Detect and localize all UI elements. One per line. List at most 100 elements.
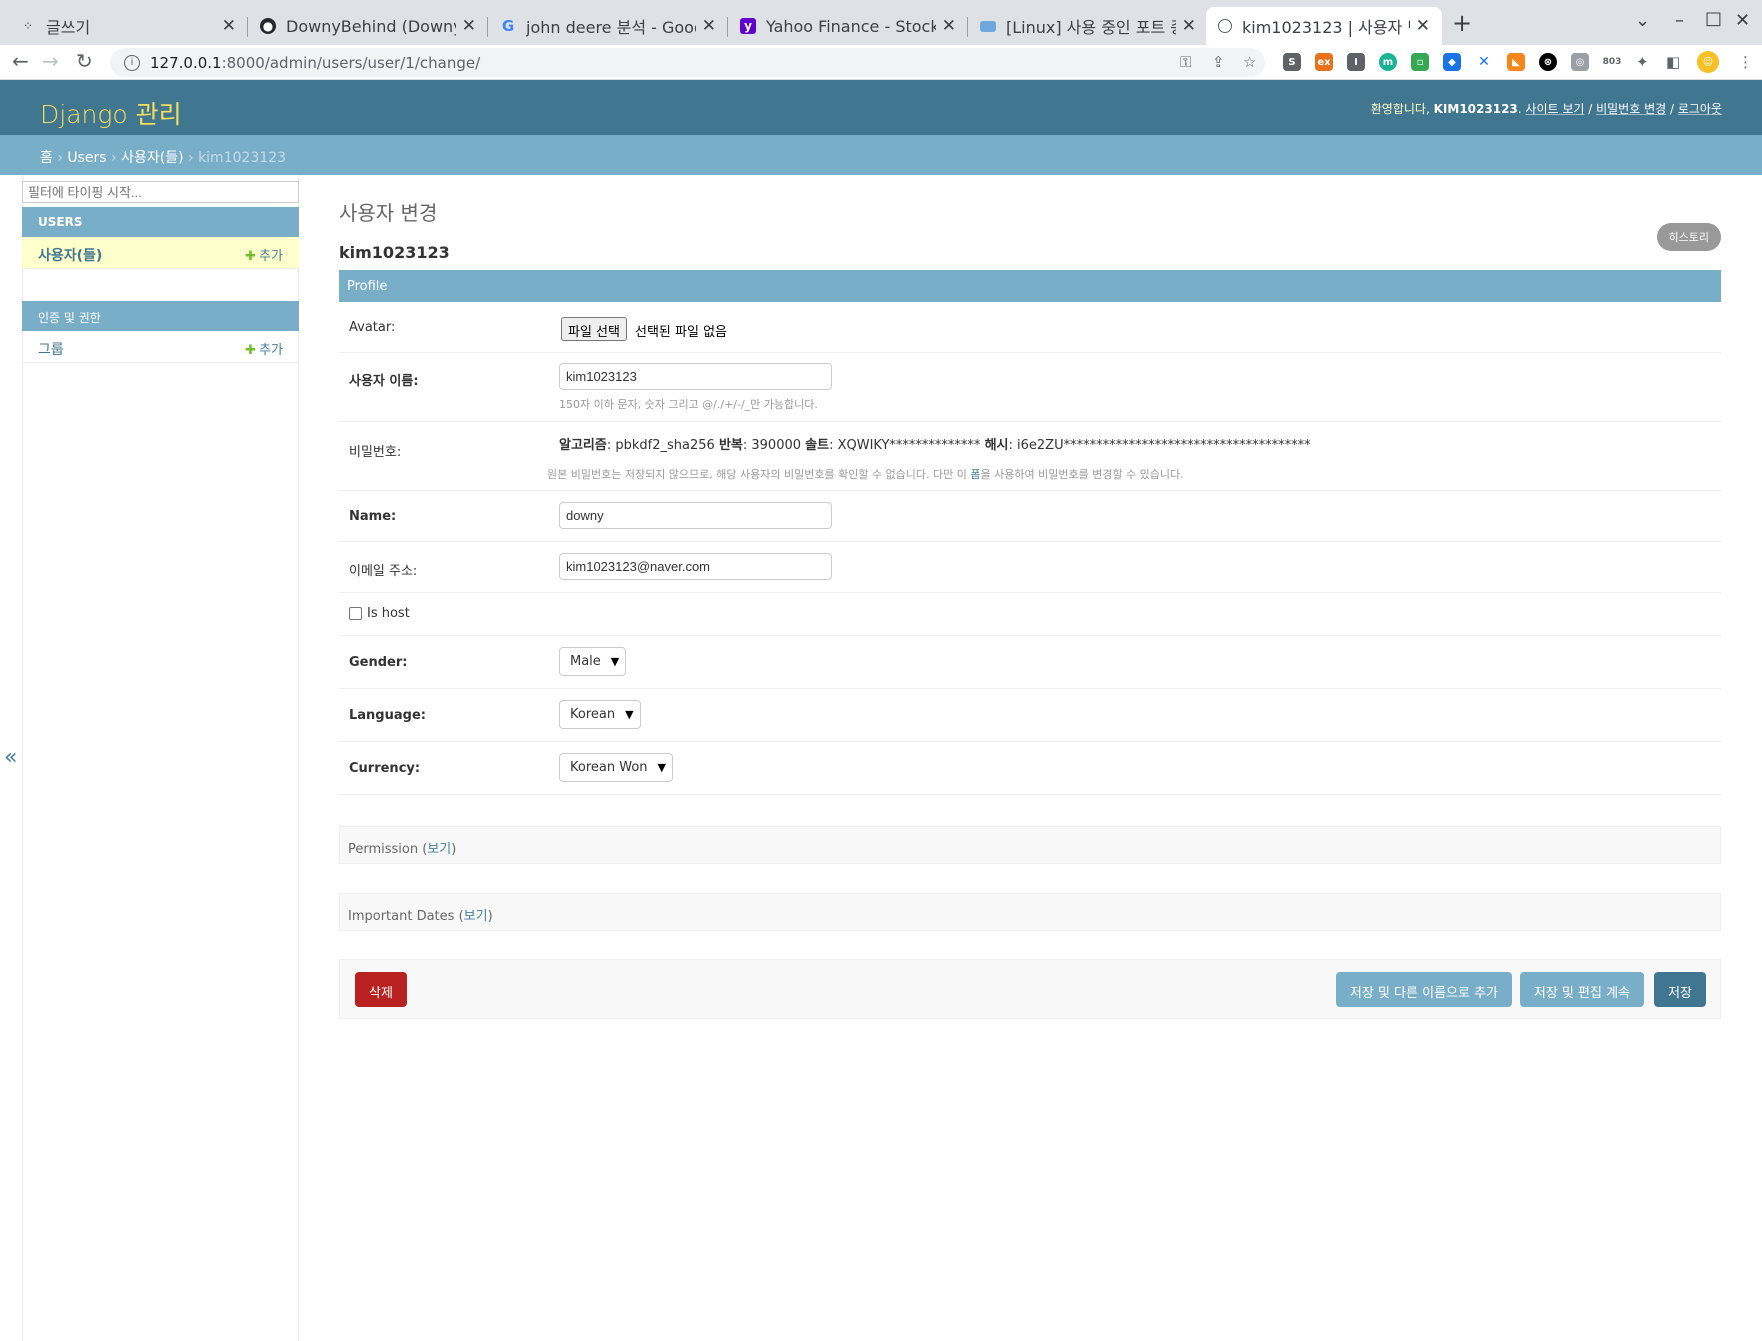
currency-value: Korean Won (570, 760, 648, 775)
save-continue-button[interactable]: 저장 및 편집 계속 (1519, 972, 1644, 1007)
fieldset-permission: Permission (보기) (339, 826, 1721, 864)
browser-tab[interactable]: [Linux] 사용 중인 포트 종료 ✕ (968, 7, 1208, 45)
module-caption-auth[interactable]: 인증 및 권한 (22, 301, 299, 331)
show-permission-link[interactable]: 보기 (427, 842, 451, 857)
chevron-down-icon: ▼ (625, 708, 634, 721)
language-label: Language: (349, 708, 426, 723)
extension-blue-icon[interactable]: ◆ (1443, 53, 1461, 71)
close-window-icon[interactable]: ✕ (1735, 10, 1750, 31)
close-icon[interactable]: ✕ (1182, 16, 1196, 36)
is-host-label[interactable]: Is host (367, 606, 410, 621)
password-summary: 알고리즘: pbkdf2_sha256 반복: 390000 솔트: XQWIK… (559, 438, 1311, 453)
is-host-checkbox[interactable] (349, 607, 362, 620)
yahoo-icon: y (740, 18, 756, 34)
dots-icon: ⁘ (22, 19, 34, 33)
fieldset-important-dates: Important Dates (보기) (339, 893, 1721, 931)
site-info-icon[interactable]: i (124, 54, 140, 71)
maximize-icon[interactable]: □ (1705, 8, 1722, 29)
email-label: 이메일 주소: (349, 564, 418, 579)
extensions-puzzle-icon[interactable]: ✦ (1636, 53, 1649, 71)
browser-tab[interactable]: ● DownyBehind (Downyk) ✕ (248, 7, 488, 45)
gender-select[interactable]: Male ▼ (559, 647, 627, 676)
globe-icon (1218, 19, 1232, 33)
username-label: 사용자 이름: (349, 374, 419, 389)
share-icon[interactable]: ⇪ (1212, 53, 1225, 71)
logout-link[interactable]: 로그아웃 (1678, 102, 1722, 116)
profile-avatar[interactable]: ☺ (1697, 51, 1719, 73)
form-row-password: 비밀번호: 알고리즘: pbkdf2_sha256 반복: 390000 솔트:… (339, 422, 1721, 491)
view-site-link[interactable]: 사이트 보기 (1525, 102, 1584, 116)
plus-icon: ✚ (245, 249, 257, 264)
name-input[interactable] (559, 502, 832, 529)
extension-s-icon[interactable]: S (1283, 53, 1301, 71)
breadcrumb: 홈 › Users › 사용자(들) › kim1023123 (0, 135, 1762, 175)
site-brand[interactable]: Django 관리 (40, 95, 182, 131)
username-input[interactable] (559, 363, 832, 390)
extension-arrows-icon[interactable]: ✕ (1475, 53, 1493, 71)
history-button[interactable]: 히스토리 (1656, 223, 1721, 251)
breadcrumb-home[interactable]: 홈 (40, 150, 53, 166)
form-row-name: Name: (339, 491, 1721, 542)
close-icon[interactable]: ✕ (462, 16, 476, 36)
form-row-avatar: Avatar: 파일 선택 선택된 파일 없음 (339, 302, 1721, 353)
breadcrumb-model[interactable]: 사용자(들) (121, 150, 183, 166)
close-icon[interactable]: ✕ (222, 16, 236, 36)
minimize-icon[interactable]: – (1675, 10, 1684, 31)
extension-circle-icon[interactable]: ⊗ (1539, 53, 1557, 71)
module-caption-users[interactable]: USERS (22, 207, 299, 237)
metamask-icon[interactable]: ◣ (1507, 53, 1525, 71)
browser-tab-active[interactable]: kim1023123 | 사용자 변경 | ✕ (1206, 7, 1442, 45)
tab-title: [Linux] 사용 중인 포트 종료 (1006, 18, 1176, 37)
browser-tab[interactable]: y Yahoo Finance - Stock Market ✕ (728, 7, 968, 45)
user-tools: 환영합니다, KIM1023123. 사이트 보기 / 비밀번호 변경 / 로그… (1370, 102, 1722, 116)
file-status: 선택된 파일 없음 (635, 325, 727, 340)
password-label: 비밀번호: (349, 445, 402, 460)
sidebar-item-users[interactable]: 사용자(들) ✚ 추가 (22, 237, 299, 269)
forward-icon[interactable]: → (42, 49, 59, 73)
show-dates-link[interactable]: 보기 (464, 909, 488, 924)
sidebar-item-label[interactable]: 사용자(들) (38, 245, 102, 264)
save-button[interactable]: 저장 (1654, 972, 1706, 1007)
sidebar-item-label[interactable]: 그룹 (38, 339, 64, 358)
extension-803-icon[interactable]: 803 (1603, 53, 1621, 71)
fieldset-caption-profile: Profile (339, 270, 1721, 302)
tab-title: DownyBehind (Downyk) (286, 16, 456, 36)
toggle-sidebar-button[interactable]: « (4, 745, 17, 770)
menu-kebab-icon[interactable]: ⋮ (1738, 53, 1753, 71)
currency-select[interactable]: Korean Won ▼ (559, 753, 673, 782)
address-bar[interactable]: i 127.0.0.1 :8000/admin/users/user/1/cha… (110, 48, 1265, 77)
new-tab-icon[interactable]: + (1452, 9, 1472, 37)
add-link[interactable]: ✚ 추가 (245, 339, 283, 358)
save-as-new-button[interactable]: 저장 및 다른 이름으로 추가 (1335, 972, 1512, 1007)
close-icon[interactable]: ✕ (702, 16, 716, 36)
submit-row: 삭제 저장 및 다른 이름으로 추가 저장 및 편집 계속 저장 (339, 959, 1721, 1019)
password-help: 원본 비밀번호는 저장되지 않으므로, 해당 사용자의 비밀번호를 확인할 수 … (547, 468, 1184, 481)
change-password-link[interactable]: 비밀번호 변경 (1596, 102, 1666, 116)
file-choose-button[interactable]: 파일 선택 (561, 317, 627, 341)
delete-button[interactable]: 삭제 (355, 972, 407, 1007)
nav-filter-input[interactable] (22, 181, 299, 203)
close-icon[interactable]: ✕ (1416, 16, 1430, 36)
reload-icon[interactable]: ↻ (76, 49, 93, 73)
sidebar-item-groups[interactable]: 그룹 ✚ 추가 (22, 331, 299, 363)
breadcrumb-app[interactable]: Users (67, 150, 106, 166)
tab-search-icon[interactable]: ⌄ (1635, 10, 1650, 31)
browser-tab[interactable]: ⁘ 글쓰기 ✕ (8, 7, 248, 45)
monitor-icon (980, 20, 996, 32)
password-form-link[interactable]: 폼 (970, 468, 980, 481)
extension-green-icon[interactable]: ▫ (1411, 53, 1429, 71)
add-link[interactable]: ✚ 추가 (245, 245, 283, 264)
language-select[interactable]: Korean ▼ (559, 700, 641, 729)
email-input[interactable] (559, 553, 832, 580)
browser-tab[interactable]: G john deere 분석 - Google 검색 ✕ (488, 7, 728, 45)
close-icon[interactable]: ✕ (942, 16, 956, 36)
side-panel-icon[interactable]: ◧ (1666, 53, 1680, 71)
gender-value: Male (570, 654, 601, 669)
bookmark-star-icon[interactable]: ☆ (1243, 53, 1256, 71)
key-icon[interactable]: ⚿ (1180, 53, 1191, 71)
extension-i-icon[interactable]: I (1347, 53, 1365, 71)
extension-ghost-icon[interactable]: ◎ (1571, 53, 1589, 71)
extension-m-icon[interactable]: m (1379, 53, 1397, 71)
back-icon[interactable]: ← (12, 49, 29, 73)
extension-ex-icon[interactable]: ex (1315, 53, 1333, 71)
